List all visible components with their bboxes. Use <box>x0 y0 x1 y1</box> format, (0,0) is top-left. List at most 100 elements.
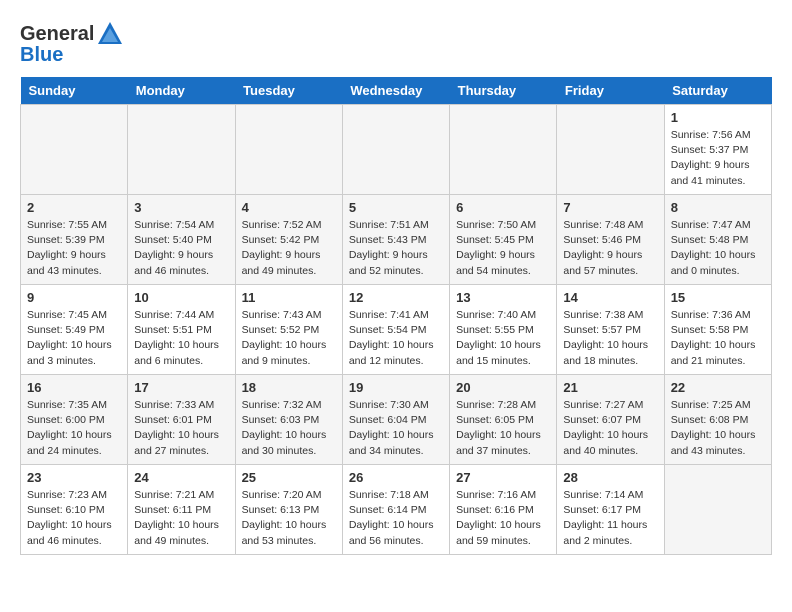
calendar-cell <box>128 105 235 195</box>
day-number: 15 <box>671 290 765 305</box>
day-number: 12 <box>349 290 443 305</box>
calendar-cell: 15 Sunrise: 7:36 AM Sunset: 5:58 PM Dayli… <box>664 285 771 375</box>
day-info: Sunrise: 7:40 AM Sunset: 5:55 PM Dayligh… <box>456 308 550 369</box>
day-info: Sunrise: 7:20 AM Sunset: 6:13 PM Dayligh… <box>242 488 336 549</box>
day-info: Sunrise: 7:54 AM Sunset: 5:40 PM Dayligh… <box>134 218 228 279</box>
day-info: Sunrise: 7:23 AM Sunset: 6:10 PM Dayligh… <box>27 488 121 549</box>
day-number: 19 <box>349 380 443 395</box>
calendar-cell: 3 Sunrise: 7:54 AM Sunset: 5:40 PM Daylig… <box>128 195 235 285</box>
day-info: Sunrise: 7:47 AM Sunset: 5:48 PM Dayligh… <box>671 218 765 279</box>
calendar-cell: 19 Sunrise: 7:30 AM Sunset: 6:04 PM Dayli… <box>342 375 449 465</box>
day-number: 3 <box>134 200 228 215</box>
calendar-cell <box>664 465 771 555</box>
day-number: 9 <box>27 290 121 305</box>
day-number: 24 <box>134 470 228 485</box>
col-header-monday: Monday <box>128 77 235 105</box>
day-info: Sunrise: 7:36 AM Sunset: 5:58 PM Dayligh… <box>671 308 765 369</box>
day-number: 11 <box>242 290 336 305</box>
day-number: 8 <box>671 200 765 215</box>
day-info: Sunrise: 7:25 AM Sunset: 6:08 PM Dayligh… <box>671 398 765 459</box>
calendar-week-row: 16 Sunrise: 7:35 AM Sunset: 6:00 PM Dayli… <box>21 375 772 465</box>
day-info: Sunrise: 7:52 AM Sunset: 5:42 PM Dayligh… <box>242 218 336 279</box>
col-header-thursday: Thursday <box>450 77 557 105</box>
day-info: Sunrise: 7:44 AM Sunset: 5:51 PM Dayligh… <box>134 308 228 369</box>
calendar-week-row: 1 Sunrise: 7:56 AM Sunset: 5:37 PM Daylig… <box>21 105 772 195</box>
day-info: Sunrise: 7:32 AM Sunset: 6:03 PM Dayligh… <box>242 398 336 459</box>
col-header-friday: Friday <box>557 77 664 105</box>
calendar-cell: 2 Sunrise: 7:55 AM Sunset: 5:39 PM Daylig… <box>21 195 128 285</box>
day-number: 14 <box>563 290 657 305</box>
calendar-cell: 10Sunrise: 7:44 AM Sunset: 5:51 PM Dayli… <box>128 285 235 375</box>
logo-general-text: General <box>20 23 94 46</box>
day-info: Sunrise: 7:35 AM Sunset: 6:00 PM Dayligh… <box>27 398 121 459</box>
day-number: 25 <box>242 470 336 485</box>
calendar-cell: 26 Sunrise: 7:18 AM Sunset: 6:14 PM Dayli… <box>342 465 449 555</box>
page-header: General Blue <box>20 20 772 67</box>
col-header-tuesday: Tuesday <box>235 77 342 105</box>
day-number: 17 <box>134 380 228 395</box>
day-number: 6 <box>456 200 550 215</box>
day-number: 28 <box>563 470 657 485</box>
calendar-cell: 20 Sunrise: 7:28 AM Sunset: 6:05 PM Dayli… <box>450 375 557 465</box>
calendar-cell: 12 Sunrise: 7:41 AM Sunset: 5:54 PM Dayli… <box>342 285 449 375</box>
day-info: Sunrise: 7:30 AM Sunset: 6:04 PM Dayligh… <box>349 398 443 459</box>
calendar-cell: 14 Sunrise: 7:38 AM Sunset: 5:57 PM Dayli… <box>557 285 664 375</box>
day-number: 27 <box>456 470 550 485</box>
day-info: Sunrise: 7:16 AM Sunset: 6:16 PM Dayligh… <box>456 488 550 549</box>
calendar-cell: 8 Sunrise: 7:47 AM Sunset: 5:48 PM Daylig… <box>664 195 771 285</box>
day-info: Sunrise: 7:27 AM Sunset: 6:07 PM Dayligh… <box>563 398 657 459</box>
day-number: 16 <box>27 380 121 395</box>
calendar-cell: 18 Sunrise: 7:32 AM Sunset: 6:03 PM Dayli… <box>235 375 342 465</box>
day-info: Sunrise: 7:21 AM Sunset: 6:11 PM Dayligh… <box>134 488 228 549</box>
calendar-cell: 23 Sunrise: 7:23 AM Sunset: 6:10 PM Dayli… <box>21 465 128 555</box>
calendar-header-row: SundayMondayTuesdayWednesdayThursdayFrid… <box>21 77 772 105</box>
day-info: Sunrise: 7:56 AM Sunset: 5:37 PM Dayligh… <box>671 128 765 189</box>
day-number: 4 <box>242 200 336 215</box>
day-number: 23 <box>27 470 121 485</box>
calendar-cell: 9 Sunrise: 7:45 AM Sunset: 5:49 PM Daylig… <box>21 285 128 375</box>
day-info: Sunrise: 7:55 AM Sunset: 5:39 PM Dayligh… <box>27 218 121 279</box>
day-info: Sunrise: 7:43 AM Sunset: 5:52 PM Dayligh… <box>242 308 336 369</box>
day-number: 20 <box>456 380 550 395</box>
day-number: 2 <box>27 200 121 215</box>
day-info: Sunrise: 7:33 AM Sunset: 6:01 PM Dayligh… <box>134 398 228 459</box>
calendar-cell: 27 Sunrise: 7:16 AM Sunset: 6:16 PM Dayli… <box>450 465 557 555</box>
day-number: 18 <box>242 380 336 395</box>
calendar-cell: 25 Sunrise: 7:20 AM Sunset: 6:13 PM Dayli… <box>235 465 342 555</box>
day-info: Sunrise: 7:41 AM Sunset: 5:54 PM Dayligh… <box>349 308 443 369</box>
calendar-week-row: 23 Sunrise: 7:23 AM Sunset: 6:10 PM Dayli… <box>21 465 772 555</box>
col-header-saturday: Saturday <box>664 77 771 105</box>
calendar-cell: 28 Sunrise: 7:14 AM Sunset: 6:17 PM Dayli… <box>557 465 664 555</box>
day-number: 1 <box>671 110 765 125</box>
day-number: 26 <box>349 470 443 485</box>
calendar-cell: 1 Sunrise: 7:56 AM Sunset: 5:37 PM Daylig… <box>664 105 771 195</box>
calendar-cell: 16 Sunrise: 7:35 AM Sunset: 6:00 PM Dayli… <box>21 375 128 465</box>
calendar-cell: 21 Sunrise: 7:27 AM Sunset: 6:07 PM Dayli… <box>557 375 664 465</box>
day-info: Sunrise: 7:18 AM Sunset: 6:14 PM Dayligh… <box>349 488 443 549</box>
calendar-cell: 22 Sunrise: 7:25 AM Sunset: 6:08 PM Dayli… <box>664 375 771 465</box>
calendar-cell: 7Sunrise: 7:48 AM Sunset: 5:46 PM Daylig… <box>557 195 664 285</box>
logo-icon <box>96 20 124 48</box>
day-info: Sunrise: 7:14 AM Sunset: 6:17 PM Dayligh… <box>563 488 657 549</box>
day-number: 5 <box>349 200 443 215</box>
col-header-sunday: Sunday <box>21 77 128 105</box>
day-info: Sunrise: 7:51 AM Sunset: 5:43 PM Dayligh… <box>349 218 443 279</box>
day-number: 13 <box>456 290 550 305</box>
calendar-cell: 4 Sunrise: 7:52 AM Sunset: 5:42 PM Daylig… <box>235 195 342 285</box>
day-info: Sunrise: 7:45 AM Sunset: 5:49 PM Dayligh… <box>27 308 121 369</box>
calendar-cell <box>450 105 557 195</box>
calendar-cell: 11 Sunrise: 7:43 AM Sunset: 5:52 PM Dayli… <box>235 285 342 375</box>
calendar-table: SundayMondayTuesdayWednesdayThursdayFrid… <box>20 77 772 555</box>
col-header-wednesday: Wednesday <box>342 77 449 105</box>
day-info: Sunrise: 7:48 AM Sunset: 5:46 PM Dayligh… <box>563 218 657 279</box>
calendar-cell <box>557 105 664 195</box>
calendar-week-row: 9 Sunrise: 7:45 AM Sunset: 5:49 PM Daylig… <box>21 285 772 375</box>
day-number: 21 <box>563 380 657 395</box>
day-info: Sunrise: 7:38 AM Sunset: 5:57 PM Dayligh… <box>563 308 657 369</box>
day-info: Sunrise: 7:28 AM Sunset: 6:05 PM Dayligh… <box>456 398 550 459</box>
calendar-cell: 24 Sunrise: 7:21 AM Sunset: 6:11 PM Dayli… <box>128 465 235 555</box>
calendar-cell <box>235 105 342 195</box>
day-number: 22 <box>671 380 765 395</box>
calendar-cell: 5 Sunrise: 7:51 AM Sunset: 5:43 PM Daylig… <box>342 195 449 285</box>
calendar-cell: 6Sunrise: 7:50 AM Sunset: 5:45 PM Daylig… <box>450 195 557 285</box>
